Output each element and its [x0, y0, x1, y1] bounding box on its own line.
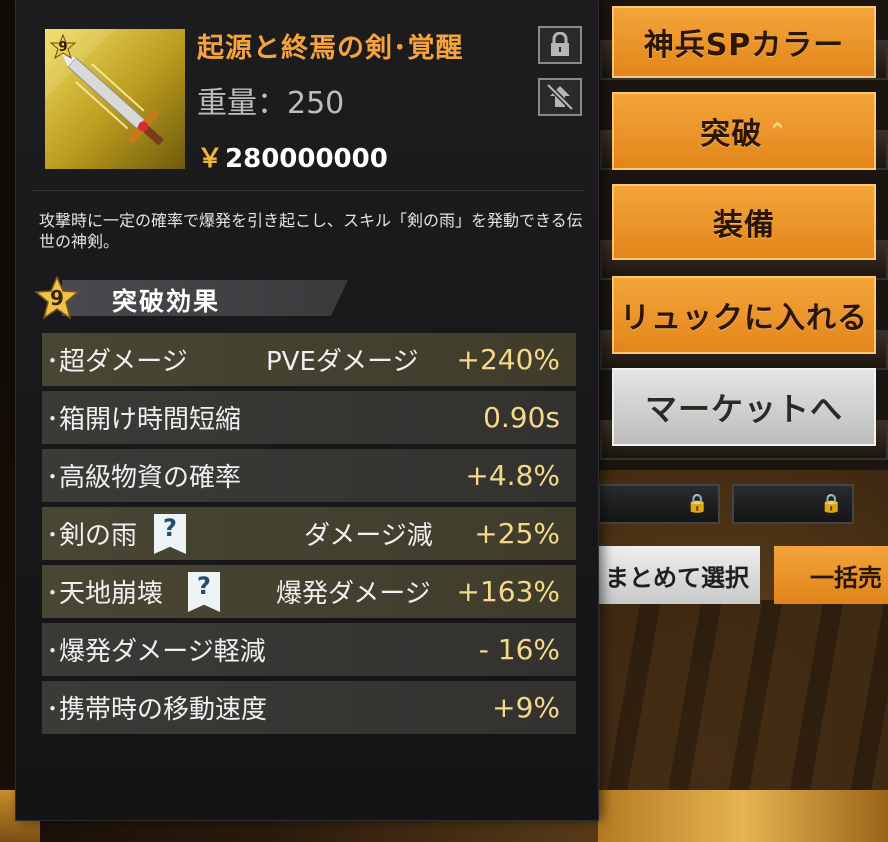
effect-value: +4.8% [465, 459, 560, 492]
item-description: 攻撃時に一定の確率で爆発を引き起こし、スキル「剣の雨」を発動できる伝世の神剣。 [39, 211, 583, 251]
upgrade-chevron-icon: ⌃ [768, 118, 788, 144]
effect-name: ･爆発ダメージ軽減 [46, 637, 266, 667]
to-market-label: マーケットへ [644, 390, 843, 428]
effect-name: ･箱開け時間短縮 [46, 405, 242, 435]
price-value: 280000000 [225, 144, 388, 174]
breakthrough-label: 突破 [700, 117, 763, 152]
help-question-icon[interactable]: ? [154, 514, 186, 554]
effect-row: ･携帯時の移動速度 +9% [42, 681, 576, 734]
breakthrough-title: 突破効果 [112, 287, 221, 316]
equip-label: 装備 [713, 208, 775, 243]
lock-icon: 🔒 [820, 493, 843, 514]
inventory-slot[interactable]: 🔒 [732, 484, 854, 524]
effect-value: - 16% [478, 633, 560, 666]
item-name: 起源と終焉の剣･覚醒 [197, 33, 464, 64]
currency-symbol: ￥ [197, 144, 224, 174]
inventory-slot[interactable]: 🔒 [598, 484, 720, 524]
effect-name: ･超ダメージ [46, 347, 188, 377]
item-price: ￥280000000 [197, 138, 388, 175]
effect-name: ･天地崩壊 [46, 579, 164, 609]
bulk-sell-label: 一括売 [810, 563, 882, 592]
effect-detail: 爆発ダメージ [276, 579, 431, 609]
no-trade-button[interactable] [538, 78, 582, 116]
item-thumbnail: 9 [45, 29, 185, 169]
background-decoration [598, 790, 888, 842]
effect-name: ･高級物資の確率 [46, 463, 242, 493]
star-badge-icon: 9 [34, 276, 80, 320]
breakthrough-effects-header: 9 突破効果 [34, 276, 348, 320]
effect-row: ･剣の雨 ? ダメージ減 +25% [42, 507, 576, 560]
effect-row: ･天地崩壊 ? 爆発ダメージ +163% [42, 565, 576, 618]
to-market-button[interactable]: マーケットへ [612, 368, 876, 446]
lock-button[interactable] [538, 26, 582, 64]
effect-row: ･超ダメージ PVEダメージ +240% [42, 333, 576, 386]
help-question-icon[interactable]: ? [188, 572, 220, 612]
batch-select-button[interactable]: まとめて選択 [595, 546, 760, 604]
bulk-sell-button[interactable]: 一括売 [774, 546, 888, 604]
effect-detail: ダメージ減 [304, 521, 433, 551]
breakthrough-button[interactable]: 突破 ⌃ [612, 92, 876, 170]
effect-value: +25% [474, 517, 560, 550]
breakthrough-level: 9 [50, 286, 64, 310]
effect-value: +9% [492, 691, 560, 724]
sp-color-button[interactable]: 神兵SPカラー [612, 6, 876, 78]
item-weight: 重量：250 [197, 86, 345, 121]
lock-icon [551, 32, 569, 56]
to-backpack-label: リュックに入れる [620, 301, 868, 336]
effect-value: +163% [456, 575, 560, 608]
lock-icon: 🔒 [686, 493, 709, 514]
effect-row: ･爆発ダメージ軽減 - 16% [42, 623, 576, 676]
item-level: 9 [58, 39, 68, 55]
divider [32, 190, 584, 191]
effects-list: ･超ダメージ PVEダメージ +240% ･箱開け時間短縮 0.90s ･高級物… [42, 333, 576, 739]
sp-color-label: 神兵SPカラー [643, 28, 845, 63]
item-detail-panel: 9 起源と終焉の剣･覚醒 重量：250 ￥280000000 攻撃時に一定の確率… [16, 0, 598, 820]
effect-name: ･携帯時の移動速度 [46, 695, 268, 725]
effect-value: +240% [456, 343, 560, 376]
item-level-badge: 9 [50, 34, 76, 60]
batch-select-label: まとめて選択 [605, 563, 749, 592]
effect-detail: PVEダメージ [266, 347, 419, 377]
effect-name: ･剣の雨 [46, 521, 138, 551]
effect-row: ･高級物資の確率 +4.8% [42, 449, 576, 502]
equip-button[interactable]: 装備 [612, 184, 876, 260]
effect-value: 0.90s [483, 401, 560, 434]
to-backpack-button[interactable]: リュックに入れる [612, 276, 876, 354]
effect-row: ･箱開け時間短縮 0.90s [42, 391, 576, 444]
no-trade-icon [546, 83, 574, 111]
